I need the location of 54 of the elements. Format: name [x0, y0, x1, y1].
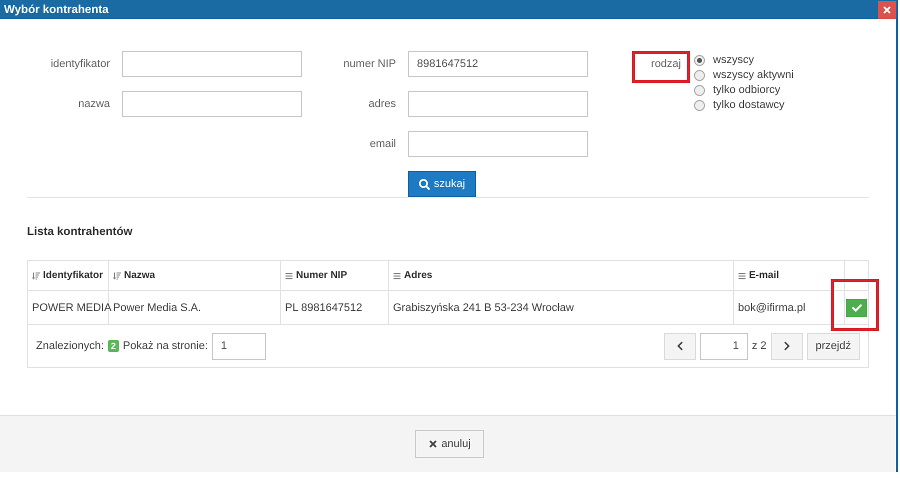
page-field[interactable]: 1 [700, 332, 748, 360]
per-page-label: Pokaż na stronie: [122, 340, 208, 352]
search-icon [418, 178, 430, 190]
table-cell: PL 8981647512 [281, 291, 389, 324]
column-header[interactable]: Adres [389, 261, 734, 290]
chevron-right-icon [782, 341, 792, 351]
radio-option[interactable]: tylko odbiorcy [694, 84, 794, 96]
close-icon [428, 439, 438, 449]
text-field[interactable]: 8981647512 [408, 51, 588, 77]
section-title: Lista kontrahentów [27, 226, 134, 238]
next-page-button[interactable] [770, 332, 803, 360]
radio-option[interactable]: wszyscy [694, 54, 794, 66]
field-label: numer NIP [342, 58, 397, 70]
search-button[interactable]: szukaj [408, 171, 476, 197]
page-count: z 2 [752, 340, 767, 352]
field-label: adres [367, 98, 397, 110]
table-cell: Grabiszyńska 241 B 53-234 Wrocław [389, 291, 734, 324]
previous-page-button[interactable] [664, 332, 696, 360]
go-button[interactable]: przejdź [806, 332, 860, 360]
close-icon [882, 4, 892, 14]
radio-button[interactable] [694, 70, 705, 80]
text-field[interactable] [408, 91, 588, 117]
cancel-button[interactable]: anuluj [415, 430, 484, 458]
list-icon [393, 272, 401, 280]
text-field[interactable] [122, 51, 302, 77]
text-field[interactable] [408, 131, 588, 157]
field-label: nazwa [77, 98, 111, 110]
chevron-left-icon [674, 341, 685, 351]
close-button[interactable] [878, 0, 896, 18]
radio-button[interactable] [694, 100, 705, 110]
radio-option[interactable]: tylko dostawcy [694, 99, 794, 111]
count-badge: 2 [108, 340, 119, 352]
field-label: email [368, 138, 397, 150]
radio-option[interactable]: wszyscy aktywni [694, 69, 794, 81]
check-icon [852, 302, 862, 312]
table-cell: POWER MEDIA [28, 291, 109, 324]
list-icon [285, 272, 293, 280]
field-label: identyfikator [50, 58, 111, 70]
column-header[interactable]: Numer NIP [281, 261, 389, 290]
radio-button[interactable] [694, 84, 705, 96]
list-icon [738, 272, 746, 280]
column-header[interactable]: Nazwa [109, 261, 281, 290]
found-label: Znalezionych: [36, 340, 104, 352]
select-button[interactable] [846, 298, 867, 316]
radio-button[interactable] [694, 54, 705, 66]
sort-icon [32, 272, 40, 280]
text-field[interactable] [122, 91, 302, 117]
column-header[interactable]: Identyfikator [28, 261, 109, 290]
table-cell: bok@ifirma.pl [734, 291, 845, 324]
window-title: Wybór kontrahenta [3, 4, 109, 16]
column-header[interactable]: E-mail [734, 261, 845, 290]
kind-label: rodzaj [632, 51, 690, 83]
per-page-field[interactable]: 1 [212, 332, 266, 360]
sort-icon [113, 272, 121, 280]
